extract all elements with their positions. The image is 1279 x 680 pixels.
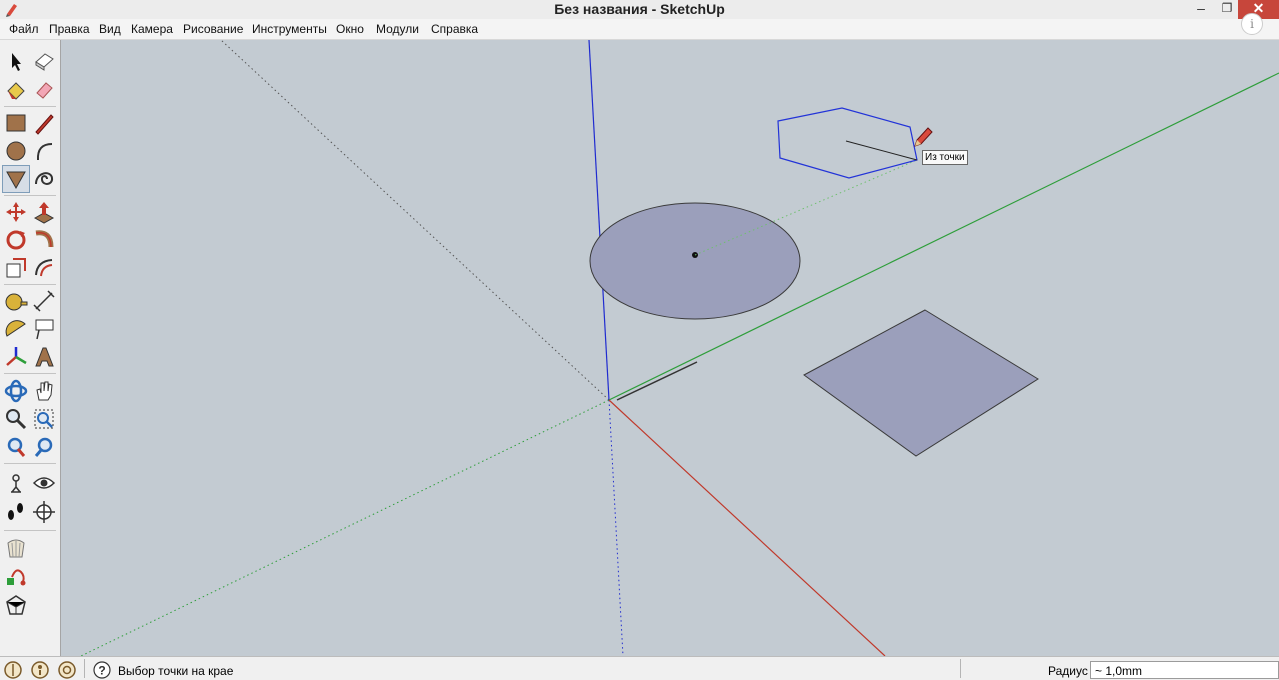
status-message: Выбор точки на крае: [118, 664, 234, 678]
axes-icon[interactable]: [3, 344, 29, 370]
tool-palette: [0, 40, 61, 656]
menu-draw[interactable]: Рисование: [183, 22, 243, 36]
section-plane-icon[interactable]: [31, 499, 57, 525]
menu-tools[interactable]: Инструменты: [252, 22, 327, 36]
zoom-icon[interactable]: [3, 406, 29, 432]
pencil-cursor-icon: [914, 127, 933, 147]
dimension-icon[interactable]: [31, 288, 57, 314]
share-model-icon[interactable]: [3, 564, 29, 590]
position-camera-icon[interactable]: [3, 470, 29, 496]
circle-icon[interactable]: [3, 138, 29, 164]
paint-bucket-icon[interactable]: [3, 77, 29, 103]
line-icon[interactable]: [31, 110, 57, 136]
zoom-extents-icon[interactable]: [3, 434, 29, 460]
model-viewport[interactable]: Из точки: [61, 40, 1279, 656]
circle-face: [589, 202, 801, 320]
follow-me-icon[interactable]: [31, 227, 57, 253]
rectangle-face: [803, 309, 1039, 457]
previous-view-icon[interactable]: [31, 434, 57, 460]
eraser-icon[interactable]: [31, 77, 57, 103]
window-title: Без названия - SketchUp: [554, 1, 725, 17]
menu-camera[interactable]: Камера: [131, 22, 173, 36]
polygon-radius-line: [845, 140, 918, 161]
axis-x: [608, 399, 886, 656]
measurement-label: Радиус: [1048, 664, 1088, 678]
axis-z-hidden: [608, 399, 624, 656]
short-edge: [616, 361, 698, 401]
select-icon[interactable]: [3, 48, 29, 74]
text-icon[interactable]: [31, 316, 57, 342]
menu-view[interactable]: Вид: [99, 22, 121, 36]
credits-icon[interactable]: [31, 661, 49, 679]
menu-bar: Файл Правка Вид Камера Рисование Инструм…: [0, 19, 1279, 40]
offset-icon[interactable]: [31, 255, 57, 281]
sign-in-icon[interactable]: [58, 661, 76, 679]
warehouse-icon[interactable]: [3, 535, 29, 561]
menu-window[interactable]: Окно: [336, 22, 364, 36]
tape-measure-icon[interactable]: [3, 288, 29, 314]
look-around-icon[interactable]: [31, 470, 57, 496]
scene-canvas: [80, 40, 1279, 656]
inference-tooltip: Из точки: [922, 150, 968, 165]
axis-x-hidden: [220, 40, 610, 401]
extension-warehouse-icon[interactable]: [3, 593, 29, 619]
menu-help[interactable]: Справка: [431, 22, 478, 36]
info-icon[interactable]: i: [1241, 13, 1263, 35]
make-component-icon[interactable]: [31, 48, 57, 74]
geo-location-icon[interactable]: [4, 661, 22, 679]
rotate-icon[interactable]: [3, 227, 29, 253]
scale-icon[interactable]: [3, 255, 29, 281]
menu-extensions[interactable]: Модули: [376, 22, 419, 36]
title-bar: Без названия - SketchUp – ❐ ✕: [0, 0, 1279, 19]
3d-text-icon[interactable]: [31, 344, 57, 370]
axis-z: [588, 40, 610, 401]
svg-text:?: ?: [98, 664, 105, 678]
help-icon[interactable]: ?: [93, 661, 111, 679]
menu-edit[interactable]: Правка: [49, 22, 90, 36]
measurement-input[interactable]: ~ 1,0mm: [1090, 661, 1279, 679]
protractor-icon[interactable]: [3, 316, 29, 342]
freehand-icon[interactable]: [31, 166, 57, 192]
push-pull-icon[interactable]: [31, 199, 57, 225]
polygon-preview: [777, 107, 918, 179]
axis-y-hidden: [80, 399, 610, 656]
arc-icon[interactable]: [31, 138, 57, 164]
move-icon[interactable]: [3, 199, 29, 225]
status-bar: ? Выбор точки на крае Радиус ~ 1,0mm: [0, 656, 1279, 680]
orbit-icon[interactable]: [3, 378, 29, 404]
rectangle-icon[interactable]: [3, 110, 29, 136]
pan-icon[interactable]: [31, 378, 57, 404]
zoom-window-icon[interactable]: [31, 406, 57, 432]
walk-icon[interactable]: [3, 499, 29, 525]
polygon-icon[interactable]: [2, 165, 30, 193]
menu-file[interactable]: Файл: [9, 22, 39, 36]
